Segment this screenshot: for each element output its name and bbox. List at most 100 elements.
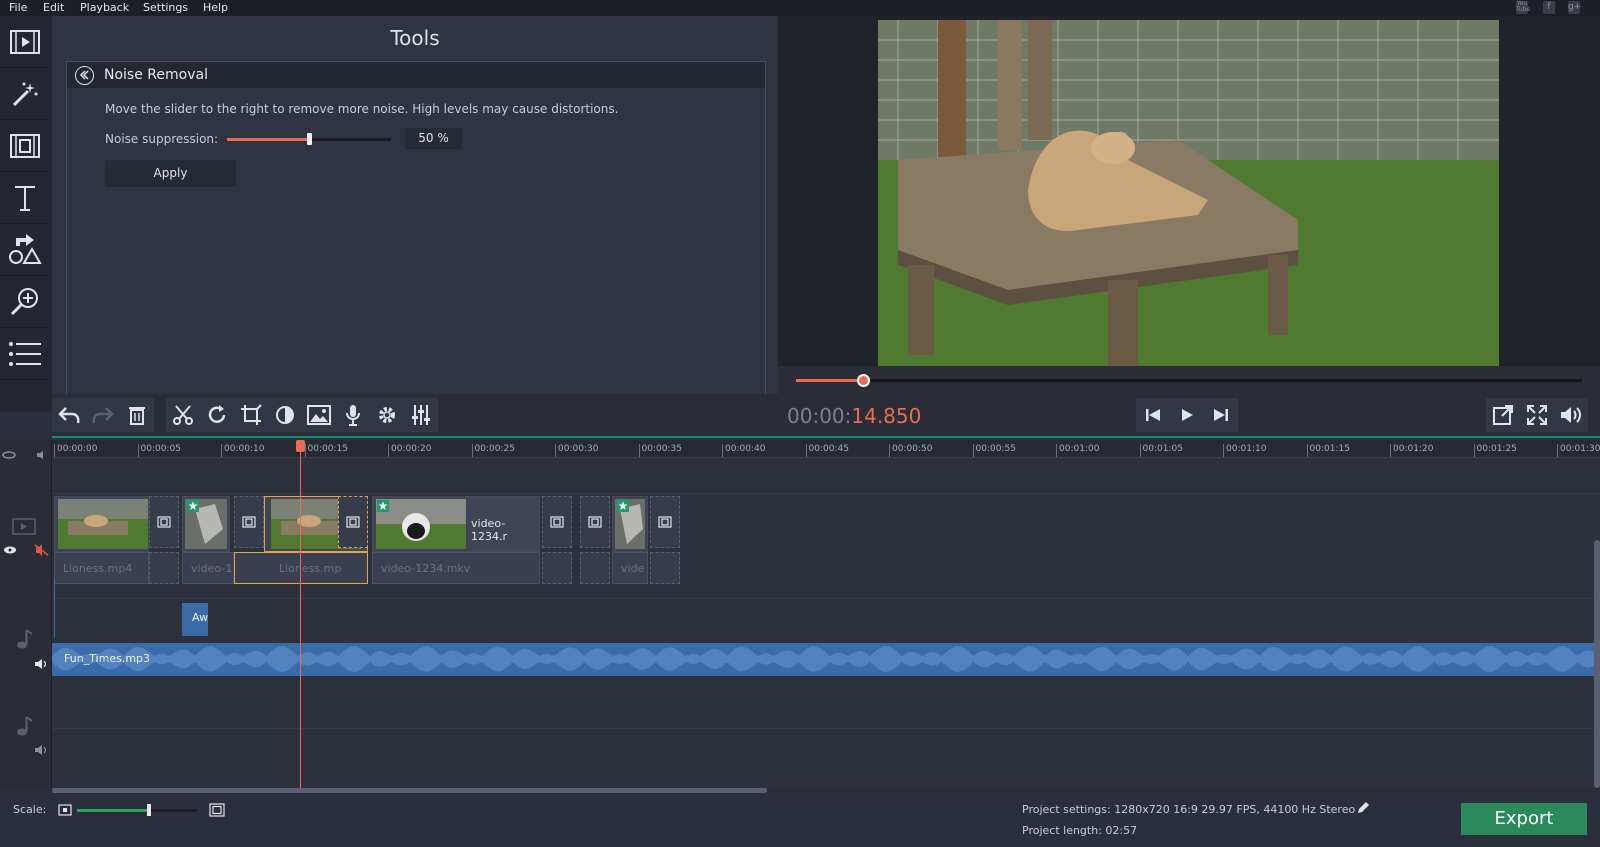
timeline-vertical-scrollbar[interactable] [1594, 540, 1600, 788]
tools-panel: Tools Noise Removal Move the slider to t… [52, 16, 778, 395]
fullscreen-button[interactable] [1520, 398, 1554, 432]
ruler-tick: 00:00:10 [221, 444, 264, 457]
youtube-icon[interactable]: You Tube [1516, 1, 1530, 14]
clip-properties-button[interactable] [370, 398, 404, 432]
sidebar [0, 16, 52, 412]
import-icon[interactable] [0, 16, 50, 68]
video-clip[interactable]: video-1234.r [372, 496, 540, 552]
apply-button[interactable]: Apply [105, 160, 236, 187]
filters-icon[interactable] [0, 68, 50, 120]
volume-icon[interactable] [1554, 398, 1588, 432]
stickers-icon[interactable] [0, 224, 50, 276]
ruler-tick: 00:00:30 [555, 444, 598, 457]
ruler-tick: 00:01:00 [1056, 444, 1099, 457]
delete-button[interactable] [120, 398, 154, 432]
zoom-icon[interactable] [0, 276, 50, 328]
audio-clip-small[interactable]: Aw [182, 603, 208, 636]
transition-icon[interactable] [234, 496, 264, 548]
rotate-button[interactable] [200, 398, 234, 432]
next-frame-button[interactable] [1204, 398, 1238, 432]
scale-fill [77, 809, 149, 812]
noise-suppression-value[interactable]: 50 % [405, 128, 462, 149]
menu-help[interactable]: Help [203, 1, 228, 14]
export-button[interactable]: Export [1461, 803, 1587, 835]
previous-frame-button[interactable] [1136, 398, 1170, 432]
music-volume-icon[interactable] [34, 744, 48, 756]
tools-title: Tools [390, 26, 440, 50]
noise-suppression-thumb[interactable] [307, 133, 312, 145]
video-track-visibility-icon[interactable] [2, 544, 50, 556]
menu-playback[interactable]: Playback [80, 1, 129, 14]
clip-audio[interactable]: vide [612, 552, 648, 584]
menu-file[interactable]: File [9, 1, 27, 14]
more-tools-icon[interactable] [0, 328, 50, 380]
video-clip[interactable] [54, 496, 149, 552]
clip-audio[interactable]: video-1234.mkv [372, 552, 540, 584]
play-button[interactable] [1170, 398, 1204, 432]
transition-audio [650, 552, 680, 584]
video-clip[interactable] [182, 496, 230, 552]
facebook-icon[interactable]: f [1543, 1, 1555, 14]
zoom-in-icon[interactable] [209, 803, 225, 817]
menu-bar: File Edit Playback Settings Help You Tub… [0, 0, 1600, 16]
back-button[interactable] [75, 66, 94, 85]
clip-audio[interactable]: Lioness.mp [234, 552, 368, 584]
playhead[interactable] [300, 440, 301, 788]
undo-button[interactable] [52, 398, 86, 432]
transition-icon[interactable] [650, 496, 680, 548]
split-button[interactable] [166, 398, 200, 432]
preview-progress-slider[interactable] [796, 374, 1582, 387]
menu-settings[interactable]: Settings [143, 1, 188, 14]
transition-audio [580, 552, 610, 584]
ruler-tick: 00:00:45 [805, 444, 849, 457]
playhead-handle[interactable] [296, 440, 305, 452]
scale-slider[interactable] [77, 804, 197, 816]
image-button[interactable] [302, 398, 336, 432]
music-note-icon [17, 716, 33, 736]
zoom-out-icon[interactable] [58, 804, 72, 816]
music-clip-name: Fun_Times.mp3 [64, 652, 151, 665]
clip-audio-label: Lioness.mp [279, 562, 342, 575]
transitions-icon[interactable] [0, 120, 50, 172]
timeline-tracks[interactable]: video-1234.r Lioness.mp4 video-1 Lioness… [52, 458, 1600, 788]
transition-icon[interactable] [149, 496, 179, 548]
project-settings: Project settings: 1280x720 16:9 29.97 FP… [1022, 803, 1356, 816]
clip-audio[interactable]: video-1 [182, 552, 234, 584]
ruler-tick: 00:00:15 [304, 444, 348, 457]
timeline-ruler[interactable]: 00:00:00 00:00:05 00:00:10 00:00:15 00:00:20… [52, 440, 1600, 458]
scale-thumb[interactable] [147, 804, 151, 816]
noise-suppression-slider[interactable] [227, 133, 391, 145]
ruler-tick: 00:00:40 [722, 444, 765, 457]
google-plus-icon[interactable]: g+ [1568, 1, 1581, 14]
detach-preview-button[interactable] [1486, 398, 1520, 432]
noise-removal-title: Noise Removal [104, 67, 208, 83]
redo-button[interactable] [86, 398, 120, 432]
preview-progress-fill [796, 379, 863, 382]
project-length: Project length: 02:57 [1022, 824, 1138, 837]
preview-progress-thumb[interactable] [856, 374, 870, 387]
transition-icon[interactable] [338, 496, 368, 548]
eye-icon[interactable] [0, 451, 52, 461]
ruler-tick: 00:00:35 [638, 444, 682, 457]
crop-button[interactable] [234, 398, 268, 432]
transition-icon[interactable] [580, 496, 610, 548]
video-clip[interactable] [612, 496, 648, 552]
clip-audio[interactable]: Lioness.mp4 [54, 552, 149, 584]
record-voice-button[interactable] [336, 398, 370, 432]
transition-audio [542, 552, 572, 584]
ruler-tick: 00:00:50 [889, 444, 932, 457]
titles-icon[interactable] [0, 172, 50, 224]
menu-edit[interactable]: Edit [43, 1, 64, 14]
ruler-tick: 00:00:05 [137, 444, 181, 457]
track-separator [52, 728, 1600, 729]
clip-thumbnail [376, 499, 466, 549]
transition-icon[interactable] [542, 496, 572, 548]
color-adjust-button[interactable] [268, 398, 302, 432]
equalizer-button[interactable] [404, 398, 438, 432]
music-note-icon [17, 629, 33, 649]
ruler-tick: 00:00:55 [972, 444, 1016, 457]
music-track-clip[interactable]: Fun_Times.mp3 [52, 643, 1597, 676]
ruler-tick: 00:01:10 [1223, 444, 1266, 457]
edit-settings-icon[interactable] [1356, 801, 1370, 815]
music-volume-icon[interactable] [34, 658, 48, 670]
